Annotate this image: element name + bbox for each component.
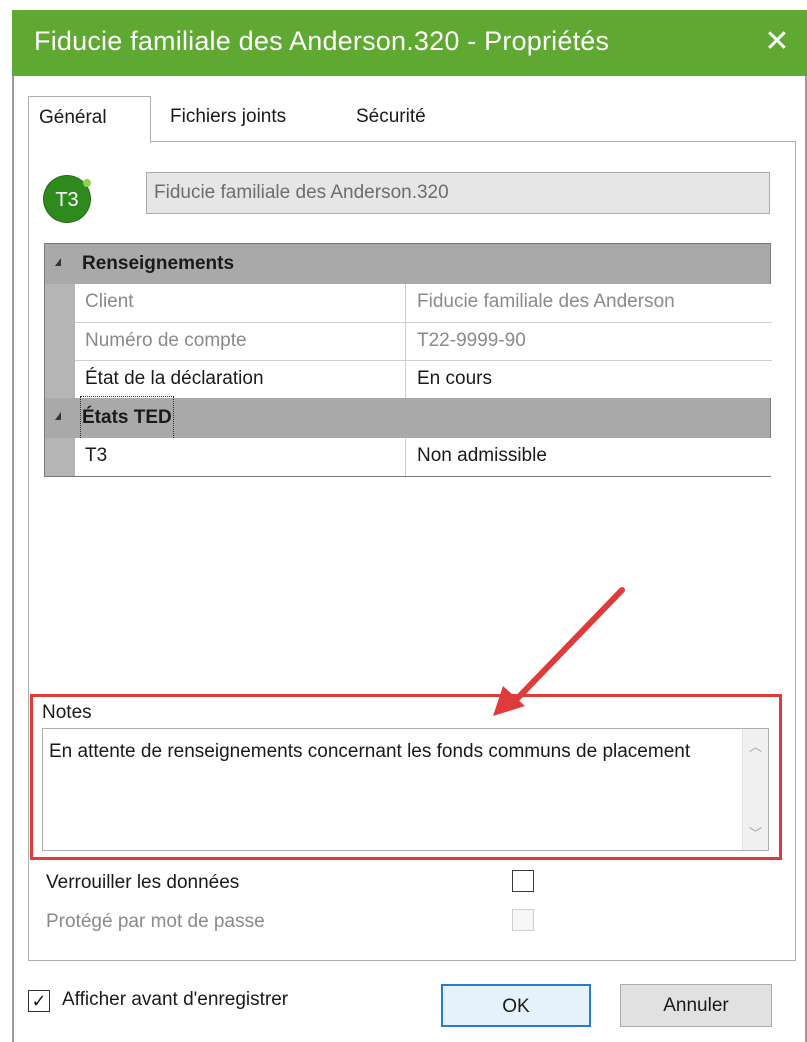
column-divider <box>405 284 406 322</box>
row-key: T3 <box>85 445 108 466</box>
cancel-button[interactable]: Annuler <box>620 984 772 1027</box>
collapse-triangle-icon[interactable] <box>55 258 61 266</box>
close-icon[interactable]: ✕ <box>757 22 797 62</box>
tab-general[interactable]: Général <box>28 96 151 143</box>
notes-label: Notes <box>42 702 92 723</box>
password-protected-checkbox <box>512 909 534 931</box>
window-title: Fiducie familiale des Anderson.320 - Pro… <box>34 26 610 56</box>
properties-grid: Renseignements Client Fiducie familiale … <box>44 243 772 477</box>
notes-text[interactable]: En attente de renseignements concernant … <box>49 737 739 767</box>
title-bar: Fiducie familiale des Anderson.320 - Pro… <box>12 10 807 76</box>
tab-security[interactable]: Sécurité <box>346 96 436 140</box>
scroll-up-icon[interactable]: ︿ <box>743 735 768 759</box>
scroll-down-icon[interactable]: ﹀ <box>743 822 768 846</box>
row-value: T22-9999-90 <box>417 330 526 351</box>
notes-scrollbar[interactable]: ︿ ﹀ <box>742 729 768 850</box>
password-protected-label: Protégé par mot de passe <box>46 911 265 932</box>
collapse-triangle-icon[interactable] <box>55 412 61 420</box>
column-divider <box>405 361 406 398</box>
t3-badge-icon: T3 <box>44 176 91 222</box>
notes-textarea[interactable]: En attente de renseignements concernant … <box>42 728 769 851</box>
grid-row-t3[interactable]: T3 Non admissible <box>75 438 772 476</box>
section-etats-ted[interactable]: États TED <box>45 396 770 440</box>
row-value[interactable]: En cours <box>417 361 492 397</box>
show-before-save-checkbox[interactable]: ✓ <box>28 990 50 1012</box>
file-name-field: Fiducie familiale des Anderson.320 <box>146 172 770 214</box>
grid-row-account-number: Numéro de compte T22-9999-90 <box>75 322 772 360</box>
row-key: Client <box>85 291 134 312</box>
grid-row-return-status[interactable]: État de la déclaration En cours <box>75 360 772 398</box>
section-label: États TED <box>80 396 174 440</box>
column-divider <box>405 438 406 476</box>
tab-attachments[interactable]: Fichiers joints <box>160 96 296 140</box>
row-value: Fiducie familiale des Anderson <box>417 291 675 312</box>
show-before-save-label: Afficher avant d'enregistrer <box>62 989 289 1010</box>
lock-data-label: Verrouiller les données <box>46 872 240 893</box>
grid-row-client: Client Fiducie familiale des Anderson <box>75 284 772 322</box>
row-key: État de la déclaration <box>85 368 264 389</box>
section-label: Renseignements <box>82 253 235 274</box>
section-renseignements[interactable]: Renseignements <box>45 244 770 284</box>
ok-button[interactable]: OK <box>441 984 591 1027</box>
column-divider <box>405 323 406 360</box>
lock-data-checkbox[interactable] <box>512 870 534 892</box>
row-key: Numéro de compte <box>85 330 247 351</box>
row-value[interactable]: Non admissible <box>417 438 547 474</box>
window-border-left <box>12 76 14 1042</box>
